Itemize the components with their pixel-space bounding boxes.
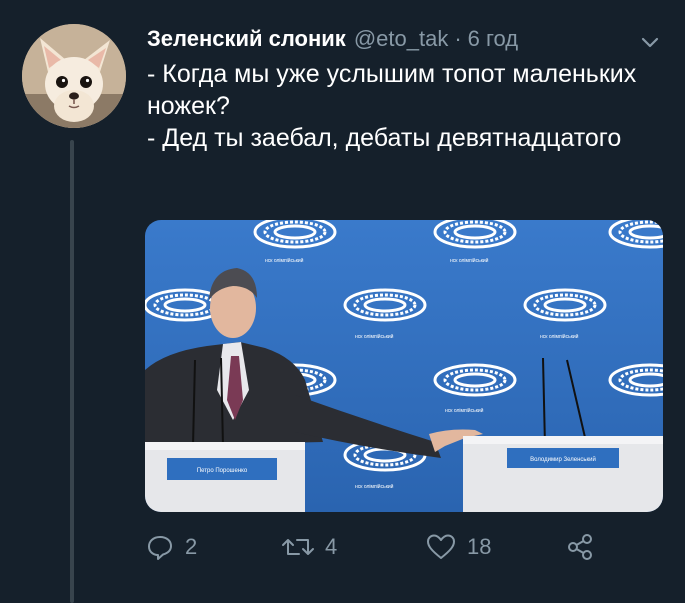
backdrop-label: нск олімпійський [265, 257, 304, 264]
avatar[interactable] [22, 24, 126, 128]
chihuahua-avatar-icon [22, 24, 126, 128]
retweet-count: 4 [325, 534, 338, 559]
like-button[interactable]: 18 [425, 532, 491, 562]
timestamp[interactable]: 6 год [468, 26, 518, 52]
chevron-down-icon[interactable] [638, 30, 662, 54]
retweet-icon [282, 539, 314, 555]
user-handle[interactable]: @eto_tak [354, 26, 449, 52]
separator-dot: · [454, 26, 462, 51]
reply-icon [148, 536, 172, 560]
share-button[interactable] [565, 532, 595, 562]
backdrop-label: нск олімпійський [355, 333, 394, 340]
podium-label-left: Петро Порошенко [197, 468, 248, 474]
tweet-line: - Когда мы уже услышим топот маленьких н… [147, 60, 637, 120]
tweet-header: Зеленский слоник @eto_tak · 6 год [147, 26, 518, 52]
share-icon [568, 534, 592, 560]
thread-connector-line [70, 140, 74, 603]
backdrop-label: нск олімпійський [540, 333, 579, 340]
podium-label-right: Володимир Зеленський [530, 456, 596, 463]
backdrop-label: нск олімпійський [355, 483, 394, 490]
debate-photo: нск олімпійський нск олімпійський нск ол… [145, 220, 663, 512]
backdrop-label: нск олімпійський [450, 257, 489, 264]
tweet-actions: 2 4 18 [145, 532, 615, 568]
display-name[interactable]: Зеленский слоник [147, 26, 346, 52]
reply-button[interactable]: 2 [145, 532, 197, 562]
tweet-text: - Когда мы уже услышим топот маленьких н… [147, 58, 647, 154]
like-icon [427, 534, 455, 559]
tweet-photo[interactable]: нск олімпійський нск олімпійський нск ол… [145, 220, 663, 512]
reply-count: 2 [185, 534, 198, 559]
backdrop-label: нск олімпійський [445, 407, 484, 414]
tweet-line: - Дед ты заебал, дебаты девятнадцатого [147, 124, 622, 152]
retweet-button[interactable]: 4 [281, 532, 337, 562]
like-count: 18 [467, 534, 492, 559]
